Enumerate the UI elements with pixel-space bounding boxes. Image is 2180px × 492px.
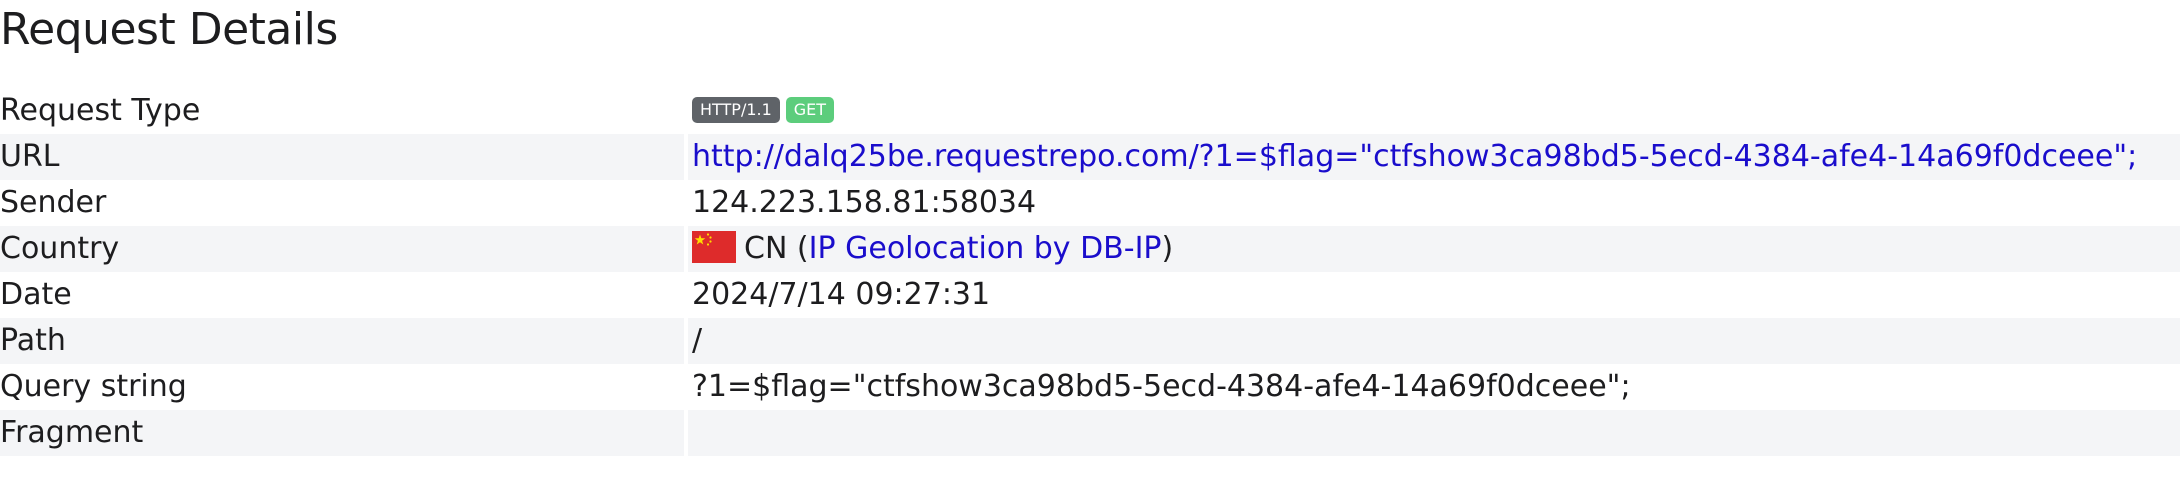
country-code: CN — [744, 231, 788, 266]
sender-value: 124.223.158.81:58034 — [692, 185, 1037, 220]
url-link[interactable]: http://dalq25be.requestrepo.com/?1=$flag… — [692, 139, 2137, 174]
query-string-value: ?1=$flag="ctfshow3ca98bd5-5ecd-4384-afe4… — [692, 369, 1631, 404]
row-url: URL http://dalq25be.requestrepo.com/?1=$… — [0, 134, 2180, 180]
url-value: http://dalq25be.requestrepo.com/?1=$flag… — [688, 134, 2180, 180]
request-type-label: Request Type — [0, 93, 201, 128]
row-country: Country CN (IP Geolocation by DB-IP) — [0, 226, 2180, 272]
request-details-page: Request Details Request Type HTTP/1.1 GET… — [0, 0, 2180, 492]
china-flag-icon — [692, 230, 736, 263]
open-paren: ( — [787, 231, 809, 266]
row-fragment: Fragment — [0, 410, 2180, 456]
date-value: 2024/7/14 09:27:31 — [692, 277, 991, 312]
fragment-value — [688, 410, 2180, 456]
request-type-value: HTTP/1.1 GET — [688, 88, 2180, 134]
row-date: Date 2024/7/14 09:27:31 — [0, 272, 2180, 318]
ip-geolocation-link[interactable]: IP Geolocation by DB-IP — [809, 231, 1162, 266]
close-paren: ) — [1161, 231, 1174, 266]
url-label: URL — [0, 134, 688, 180]
fragment-label: Fragment — [0, 410, 688, 456]
date-label: Date — [0, 277, 72, 312]
country-label: Country — [0, 226, 688, 272]
path-value: / — [688, 318, 2180, 364]
row-query-string: Query string ?1=$flag="ctfshow3ca98bd5-5… — [0, 364, 2180, 410]
row-path: Path / — [0, 318, 2180, 364]
sender-label: Sender — [0, 185, 107, 220]
country-value: CN (IP Geolocation by DB-IP) — [688, 226, 2180, 272]
page-title: Request Details — [0, 4, 338, 55]
query-string-label: Query string — [0, 369, 187, 404]
row-request-type: Request Type HTTP/1.1 GET — [0, 88, 2180, 134]
protocol-badge: HTTP/1.1 — [692, 96, 780, 123]
request-details-table: Request Type HTTP/1.1 GET URL http://dalq… — [0, 88, 2180, 456]
row-sender: Sender 124.223.158.81:58034 — [0, 180, 2180, 226]
method-badge: GET — [785, 96, 835, 123]
path-label: Path — [0, 318, 688, 364]
